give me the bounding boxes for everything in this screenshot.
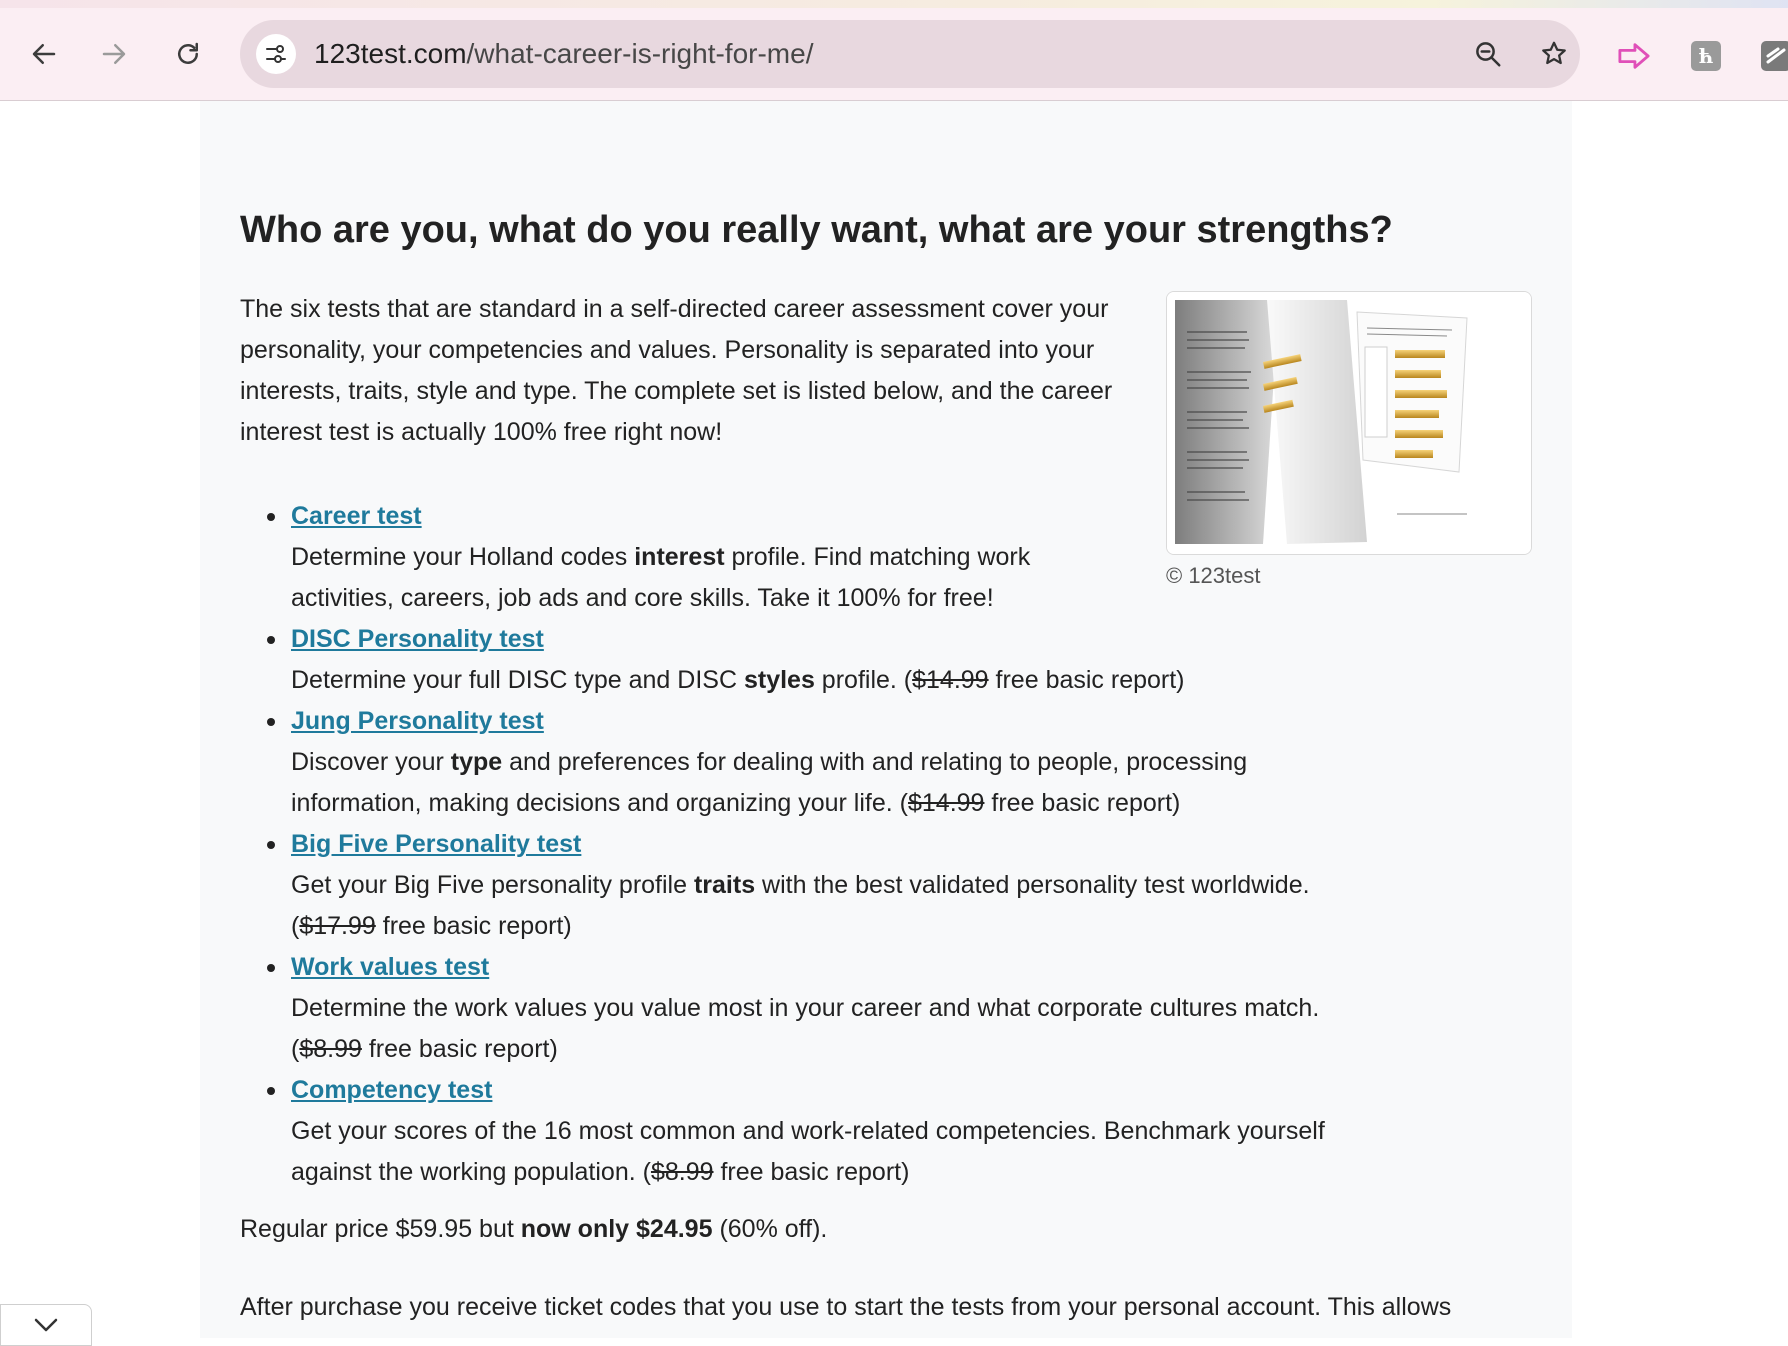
test-list: Career test Determine your Holland codes … [200, 496, 1540, 1193]
extension-slash-icon [1761, 41, 1788, 71]
bullet [267, 636, 275, 644]
desc-text: free basic report) [988, 666, 1185, 694]
big-five-test-link[interactable]: Big Five Personality test [291, 830, 581, 858]
bullet [267, 964, 275, 972]
desc-bold: type [450, 748, 503, 776]
desc-text: free basic report) [375, 912, 572, 940]
intro-paragraph: The six tests that are standard in a sel… [240, 295, 1113, 446]
desc-text: free basic report) [984, 789, 1181, 817]
desc-text: profile. ( [814, 666, 913, 694]
desc-bold: traits [693, 871, 756, 899]
test-description: Determine your full DISC type and DISC s… [291, 660, 1540, 701]
list-item: Career test Determine your Holland codes … [200, 496, 1540, 619]
extension-arrow-icon [1618, 43, 1650, 69]
price-text: (60% off). [712, 1215, 828, 1243]
list-item: Work values test Determine the work value… [200, 947, 1540, 1070]
old-price: $14.99 [912, 666, 989, 694]
bookmark-star-icon [1542, 41, 1566, 65]
desc-text: Get your Big Five personality profile [291, 871, 694, 899]
list-item: DISC Personality test Determine your full… [200, 619, 1540, 701]
price-paragraph: Regular price $59.95 but now only $24.95… [240, 1209, 827, 1250]
svg-text:ћ: ћ [1699, 44, 1714, 68]
collapse-panel-button[interactable] [0, 1304, 92, 1346]
address-bar[interactable]: 123test.com/what-career-is-right-for-me/ [240, 20, 1580, 88]
list-item: Jung Personality test Discover your type … [200, 701, 1540, 824]
url-text[interactable]: 123test.com/what-career-is-right-for-me/ [314, 20, 813, 88]
test-description: Determine the work values you value most… [291, 988, 1361, 1070]
chevron-down-icon [34, 1318, 58, 1332]
reload-button[interactable] [164, 30, 212, 78]
old-price: $14.99 [907, 789, 985, 817]
bookmark-button[interactable] [1534, 34, 1574, 74]
bullet [267, 1087, 275, 1095]
old-price: $8.99 [299, 1035, 362, 1063]
bullet [267, 841, 275, 849]
competency-test-link[interactable]: Competency test [291, 1076, 492, 1104]
disc-test-link[interactable]: DISC Personality test [291, 625, 544, 653]
forward-icon [102, 44, 126, 64]
desc-bold: interest [634, 543, 725, 571]
desc-bold: styles [743, 666, 815, 694]
price-highlight: now only $24.95 [520, 1215, 713, 1243]
extension-button-2[interactable]: ћ [1690, 40, 1722, 72]
desc-text: Determine your full DISC type and DISC [291, 666, 744, 694]
list-item: Competency test Get your scores of the 16… [200, 1070, 1540, 1193]
old-price: $8.99 [650, 1158, 714, 1186]
desc-text: Determine your Holland codes [291, 543, 635, 571]
zoom-button[interactable] [1468, 34, 1508, 74]
test-description: Get your scores of the 16 most common an… [291, 1111, 1361, 1193]
career-test-link[interactable]: Career test [291, 502, 422, 530]
url-domain: 123test.com [314, 38, 467, 69]
forward-button[interactable] [90, 30, 138, 78]
site-info-button[interactable] [256, 34, 296, 74]
desc-text: free basic report) [713, 1158, 910, 1186]
bullet [267, 513, 275, 521]
extension-h-icon: ћ [1691, 41, 1721, 71]
test-description: Get your Big Five personality profile tr… [291, 865, 1361, 947]
work-values-test-link[interactable]: Work values test [291, 953, 489, 981]
desc-text: Discover your [291, 748, 451, 776]
back-button[interactable] [20, 30, 68, 78]
after-purchase-paragraph: After purchase you receive ticket codes … [240, 1293, 1452, 1321]
price-text: Regular price $59.95 but [240, 1215, 521, 1243]
article-content: Who are you, what do you really want, wh… [200, 101, 1572, 1338]
old-price: $17.99 [299, 912, 376, 940]
zoom-icon [1476, 42, 1501, 67]
list-item: Big Five Personality test Get your Big Fi… [200, 824, 1540, 947]
jung-test-link[interactable]: Jung Personality test [291, 707, 544, 735]
reload-icon [178, 42, 198, 64]
bullet [267, 718, 275, 726]
back-icon [32, 44, 56, 64]
browser-toolbar: 123test.com/what-career-is-right-for-me/… [0, 8, 1788, 101]
extension-button-1[interactable] [1618, 40, 1650, 72]
desc-text: free basic report) [361, 1035, 558, 1063]
extension-button-3[interactable] [1760, 40, 1788, 72]
url-path: /what-career-is-right-for-me/ [466, 38, 814, 69]
site-info-icon [266, 45, 286, 63]
test-description: Discover your type and preferences for d… [291, 742, 1381, 824]
window-top-strip [0, 0, 1788, 8]
test-description: Determine your Holland codes interest pr… [291, 537, 1071, 619]
section-heading: Who are you, what do you really want, wh… [240, 209, 1393, 251]
